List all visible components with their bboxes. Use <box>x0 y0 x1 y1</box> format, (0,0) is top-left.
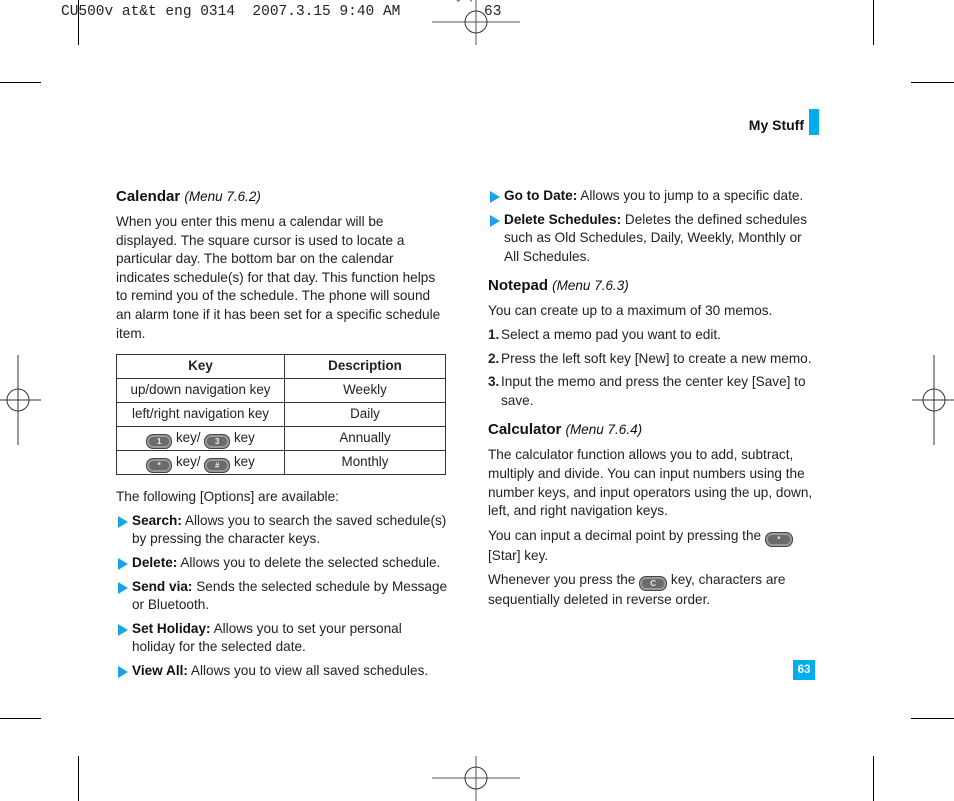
print-slug: CU500v at&t eng 0314 2007.3.15 9:40 AM <box>61 4 401 20</box>
table-cell-description: Monthly <box>284 450 446 476</box>
notepad-heading: Notepad (Menu 7.6.3) <box>488 277 629 295</box>
table-header-description: Description <box>284 354 446 380</box>
notepad-step: 3. Input the memo and press the center ke… <box>488 374 806 408</box>
calculator-intro: The calculator function allows you to ad… <box>488 447 813 519</box>
key-1-icon: 1 <box>146 433 173 449</box>
option-item-delete-schedules: Delete Schedules: Deletes the defined sc… <box>488 211 818 267</box>
table-row: left/right navigation key Daily <box>116 402 446 428</box>
option-item-send-via: Send via: Sends the selected schedule by… <box>116 578 448 615</box>
crop-mark <box>0 718 41 719</box>
calendar-key-table: Key Description up/down navigation key W… <box>116 354 446 476</box>
notepad-step: 1. Select a memo pad you want to edit. <box>488 326 721 342</box>
triangle-bullet-icon <box>490 191 500 203</box>
crop-mark <box>78 0 79 45</box>
triangle-bullet-icon <box>118 515 128 528</box>
triangle-bullet-icon <box>118 581 128 594</box>
registration-mark-icon <box>432 756 520 801</box>
triangle-bullet-icon <box>118 623 128 636</box>
section-header-accent-bar <box>809 109 819 135</box>
triangle-bullet-icon <box>490 214 500 227</box>
table-cell-key: 1 key/ 3 key <box>116 426 285 452</box>
table-row: * key/ # key Monthly <box>116 450 446 476</box>
crop-mark <box>873 0 874 45</box>
crop-mark <box>873 756 874 801</box>
registration-mark-icon <box>912 355 954 445</box>
calculator-decimal-note: You can input a decimal point by pressin… <box>488 527 818 566</box>
calculator-menu-ref: (Menu 7.6.4) <box>565 422 643 438</box>
notepad-step: 2. Press the left soft key [New] to creat… <box>488 350 812 366</box>
table-cell-description: Daily <box>284 402 446 428</box>
table-header-key: Key <box>116 354 285 380</box>
registration-mark-icon <box>432 0 520 45</box>
crop-mark <box>78 756 79 801</box>
triangle-bullet-icon <box>118 665 128 678</box>
option-item-delete: Delete: Allows you to delete the selecte… <box>116 554 448 573</box>
page-number: 63 <box>793 660 815 680</box>
triangle-bullet-icon <box>118 557 128 570</box>
table-cell-key: * key/ # key <box>116 450 285 476</box>
left-column: Calendar (Menu 7.6.2) When you enter thi… <box>116 187 448 681</box>
calendar-intro: When you enter this menu a calendar will… <box>116 214 441 341</box>
table-cell-key: left/right navigation key <box>116 402 285 428</box>
option-item-view-all: View All: Allows you to view all saved s… <box>116 662 448 681</box>
crop-mark <box>911 82 954 83</box>
table-cell-description: Weekly <box>284 378 446 404</box>
section-header-title: My Stuff <box>748 117 804 133</box>
table-cell-description: Annually <box>284 426 446 452</box>
table-row: 1 key/ 3 key Annually <box>116 426 446 452</box>
notepad-menu-ref: (Menu 7.6.3) <box>552 278 629 294</box>
notepad-intro: You can create up to a maximum of 30 mem… <box>488 303 773 319</box>
key-star-icon: * <box>764 531 793 547</box>
key-clear-icon: C <box>639 576 668 592</box>
table-header-row: Key Description <box>116 354 446 380</box>
key-3-icon: 3 <box>204 433 231 449</box>
option-item-search: Search: Allows you to search the saved s… <box>116 512 448 549</box>
calculator-clear-note: Whenever you press the C key, characters… <box>488 572 786 608</box>
right-column: Go to Date: Allows you to jump to a spec… <box>488 187 818 610</box>
option-item-set-holiday: Set Holiday: Allows you to set your pers… <box>116 620 448 657</box>
option-item-go-to-date: Go to Date: Allows you to jump to a spec… <box>488 187 818 206</box>
calculator-heading: Calculator (Menu 7.6.4) <box>488 421 643 439</box>
table-cell-key: up/down navigation key <box>116 378 285 404</box>
calendar-menu-ref: (Menu 7.6.2) <box>184 189 261 204</box>
crop-mark <box>911 718 954 719</box>
calendar-heading: Calendar (Menu 7.6.2) <box>116 188 261 205</box>
key-hash-icon: # <box>204 457 231 473</box>
table-row: up/down navigation key Weekly <box>116 378 446 404</box>
options-intro: The following [Options] are available: <box>116 489 339 505</box>
crop-mark <box>0 82 41 83</box>
key-star-icon: * <box>146 457 173 473</box>
registration-mark-icon <box>0 355 41 445</box>
